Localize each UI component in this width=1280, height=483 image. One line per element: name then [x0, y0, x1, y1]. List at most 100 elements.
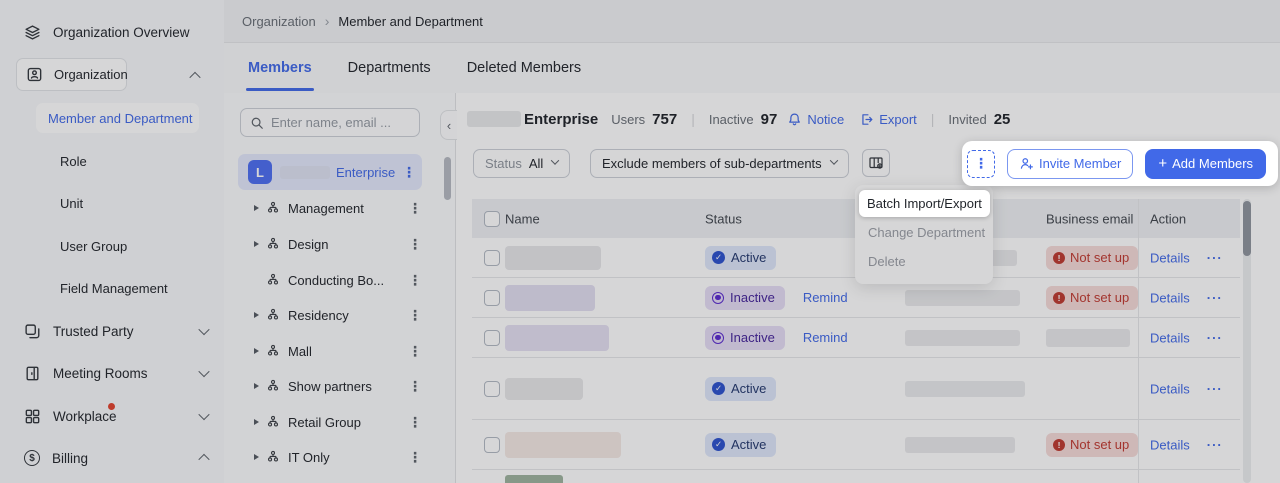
sidebar-item-user-group[interactable]: User Group — [60, 235, 127, 257]
sidebar-item-label: Role — [60, 153, 87, 169]
tree-item-root[interactable]: L Enterprise ⋮ — [238, 154, 422, 190]
collapse-panel-button[interactable]: ‹ — [440, 110, 457, 140]
org-chart-icon — [266, 308, 280, 322]
expand-arrow-icon[interactable] — [254, 383, 259, 389]
sidebar-item-field-management[interactable]: Field Management — [60, 277, 168, 299]
check-circle-icon: ✓ — [712, 382, 725, 395]
expand-arrow-icon[interactable] — [254, 312, 259, 318]
chevron-down-icon — [551, 156, 560, 165]
row-more-icon[interactable]: ··· — [1207, 437, 1223, 452]
tree-scrollbar[interactable] — [444, 157, 451, 200]
select-all-checkbox[interactable] — [484, 210, 500, 227]
kebab-menu-icon[interactable]: ⋮ — [408, 343, 422, 360]
sidebar-item-billing[interactable]: $ Billing — [24, 445, 210, 471]
row-more-icon[interactable]: ··· — [1207, 330, 1223, 345]
remind-link[interactable]: Remind — [803, 330, 848, 345]
toolbar-actions-spotlight: ⋮ Invite Member + Add Members — [962, 141, 1278, 186]
status-badge: ✓ Active — [705, 245, 777, 270]
menu-item-batch-import-export[interactable]: Batch Import/Export — [859, 190, 990, 217]
tree-item-design[interactable]: Design ⋮ — [238, 226, 422, 262]
tree-item-conducting-board[interactable]: Conducting Bo... ⋮ — [238, 262, 422, 298]
redacted-org-name — [280, 165, 330, 179]
notice-label: Notice — [807, 111, 845, 127]
table-row: Inactive Remind ! Not set up Details ··· — [472, 278, 1240, 318]
sidebar-item-organization[interactable]: Organization — [16, 58, 128, 91]
row-more-icon[interactable]: ··· — [1207, 381, 1223, 396]
tree-item-retail-group[interactable]: Retail Group ⋮ — [238, 404, 422, 440]
breadcrumb-current: Member and Department — [338, 13, 483, 29]
chevron-down-icon — [198, 408, 210, 421]
row-more-icon[interactable]: ··· — [1207, 250, 1223, 265]
details-link[interactable]: Details — [1150, 437, 1190, 452]
sidebar-item-role[interactable]: Role — [60, 150, 87, 172]
column-settings-button[interactable] — [862, 149, 890, 177]
table-row: Inactive Remind Details ··· — [472, 318, 1240, 358]
contact-card-icon — [26, 66, 43, 83]
row-checkbox[interactable] — [484, 380, 500, 397]
details-link[interactable]: Details — [1150, 381, 1190, 396]
remind-link[interactable]: Remind — [803, 290, 848, 305]
plus-icon: + — [1158, 155, 1168, 172]
scope-filter-select[interactable]: Exclude members of sub-departments — [590, 149, 849, 178]
more-actions-button[interactable]: ⋮ — [967, 149, 995, 178]
notice-link[interactable]: Notice — [787, 112, 844, 127]
org-chart-icon — [266, 344, 280, 358]
expand-arrow-icon[interactable] — [254, 205, 259, 211]
kebab-menu-icon[interactable]: ⋮ — [408, 307, 422, 324]
row-more-icon[interactable]: ··· — [1207, 290, 1223, 305]
expand-arrow-icon[interactable] — [254, 241, 259, 247]
kebab-menu-icon[interactable]: ⋮ — [408, 449, 422, 466]
row-checkbox[interactable] — [484, 329, 500, 346]
sidebar-item-workplace[interactable]: Workplace — [24, 403, 210, 429]
details-link[interactable]: Details — [1150, 250, 1190, 265]
tree-item-label: Retail Group — [288, 414, 361, 430]
exclaim-circle-icon: ! — [1053, 251, 1065, 264]
sidebar-item-meeting-rooms[interactable]: Meeting Rooms — [24, 360, 210, 386]
details-link[interactable]: Details — [1150, 330, 1190, 345]
status-filter-select[interactable]: Status All — [473, 149, 571, 178]
tree-item-management[interactable]: Management ⋮ — [238, 190, 422, 226]
chevron-up-icon[interactable] — [189, 71, 201, 84]
tree-item-label: Enterprise — [336, 164, 396, 180]
breadcrumb-separator-icon: › — [324, 13, 330, 29]
tab-departments[interactable]: Departments — [348, 60, 431, 76]
tree-item-label: Show partners — [288, 378, 372, 394]
expand-arrow-icon[interactable] — [254, 348, 259, 354]
tree-item-show-partners[interactable]: Show partners ⋮ — [238, 368, 422, 404]
export-link[interactable]: Export — [859, 112, 917, 127]
inactive-dot-icon — [712, 331, 724, 344]
search-input[interactable] — [271, 115, 401, 130]
row-checkbox[interactable] — [484, 249, 500, 266]
sidebar-item-member-and-department[interactable]: Member and Department — [36, 103, 199, 133]
column-header-status: Status — [705, 211, 742, 226]
kebab-menu-icon[interactable]: ⋮ — [408, 414, 422, 431]
tree-item-it-only[interactable]: IT Only ⋮ — [238, 439, 422, 475]
kebab-menu-icon[interactable]: ⋮ — [408, 378, 422, 395]
expand-arrow-icon[interactable] — [254, 419, 259, 425]
invite-member-button[interactable]: Invite Member — [1007, 148, 1134, 179]
sidebar-item-trusted-party[interactable]: Trusted Party — [24, 318, 210, 344]
org-chart-icon — [266, 273, 280, 287]
table-row: ✓ Active Details ··· — [472, 358, 1240, 420]
kebab-menu-icon[interactable]: ⋮ — [408, 236, 422, 253]
sidebar-item-organization-overview[interactable]: Organization Overview — [24, 19, 208, 45]
kebab-menu-icon[interactable]: ⋮ — [408, 200, 422, 217]
details-link[interactable]: Details — [1150, 290, 1190, 305]
kebab-menu-icon[interactable]: ⋮ — [408, 272, 422, 289]
sidebar-item-unit[interactable]: Unit — [60, 192, 83, 214]
action-column-divider — [1138, 199, 1139, 483]
tab-deleted-members[interactable]: Deleted Members — [467, 60, 581, 76]
kebab-menu-icon[interactable]: ⋮ — [402, 164, 416, 181]
breadcrumb-parent[interactable]: Organization — [242, 14, 316, 29]
tab-members[interactable]: Members — [246, 60, 314, 91]
bell-icon — [789, 113, 801, 125]
status-filter-value: All — [528, 156, 544, 171]
row-checkbox[interactable] — [484, 436, 500, 453]
add-members-button[interactable]: + Add Members — [1145, 148, 1267, 179]
table-scrollbar-thumb[interactable] — [1243, 201, 1251, 256]
invited-count: 25 — [993, 110, 1011, 128]
row-checkbox[interactable] — [484, 289, 500, 306]
tree-item-mall[interactable]: Mall ⋮ — [238, 333, 422, 369]
tree-item-residency[interactable]: Residency ⋮ — [238, 297, 422, 333]
expand-arrow-icon[interactable] — [254, 454, 259, 460]
